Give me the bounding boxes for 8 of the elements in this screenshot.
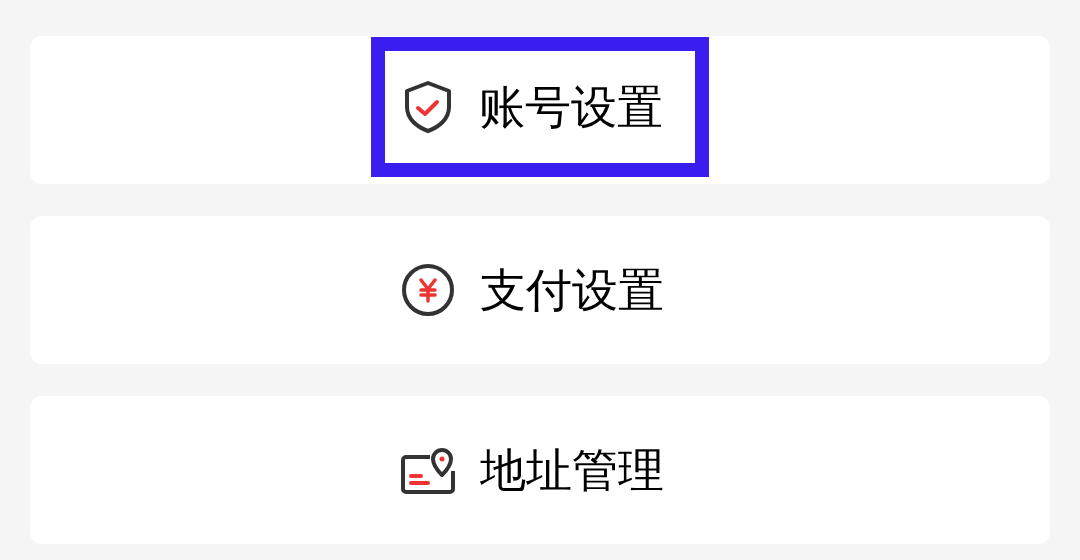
menu-item-label: 地址管理 — [480, 441, 664, 499]
address-card-icon — [400, 445, 456, 495]
menu-item-label: 支付设置 — [480, 261, 664, 319]
menu-item-label: 账号设置 — [479, 78, 663, 136]
menu-item[interactable]: 地址管理 — [30, 396, 1050, 544]
menu-item[interactable]: 支付设置 — [30, 216, 1050, 364]
yen-coin-icon — [400, 262, 456, 318]
menu-item[interactable]: 账号设置 — [30, 36, 1050, 184]
